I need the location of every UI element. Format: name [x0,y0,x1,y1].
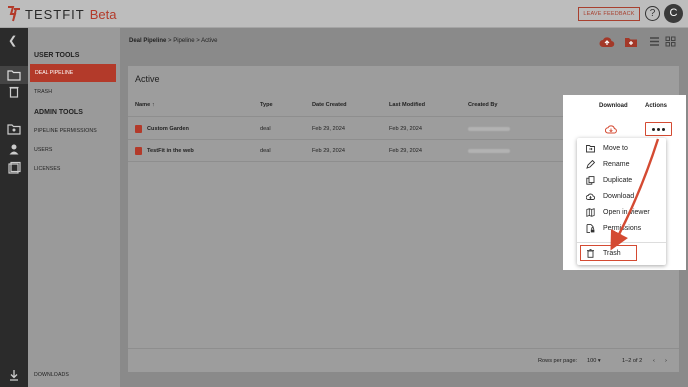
licenses-icon[interactable] [7,161,21,175]
deal-file-icon [135,125,142,133]
chevron-down-icon: ▾ [597,358,601,364]
rows-per-page-label: Rows per page: [538,358,578,364]
menu-item-label: Move to [603,144,628,152]
row-last-modified: Feb 29, 2024 [389,148,422,154]
avatar[interactable]: C [664,4,683,23]
next-page-icon[interactable]: › [665,358,667,364]
row-created-by-redacted [468,127,510,131]
breadcrumb-separator: > [168,38,172,44]
column-header-download: Download [599,103,628,109]
copy-icon [586,175,595,185]
panel-title: Active [135,74,160,84]
menu-item-duplicate[interactable]: Duplicate [577,173,666,187]
column-header-created-by[interactable]: Created By [468,102,498,108]
sidebar-item-licenses[interactable]: LICENSES [34,166,60,172]
folder-icon[interactable] [7,68,21,82]
testfit-logo-icon [8,6,20,22]
menu-item-download[interactable]: Download [577,189,666,203]
user-icon[interactable] [7,142,21,156]
admin-tools-heading: ADMIN TOOLS [34,109,83,116]
column-header-name[interactable]: Name ↑ [135,102,155,108]
prev-page-icon[interactable]: ‹ [653,358,655,364]
row-name[interactable]: Custom Garden [147,126,189,132]
trash-highlight-box [580,245,637,261]
pagination-range: 1–2 of 2 [622,358,643,364]
user-tools-heading: USER TOOLS [34,52,80,59]
rows-per-page-select[interactable]: 100 ▾ [587,358,601,364]
menu-divider [577,242,666,243]
deal-file-icon [135,147,142,155]
column-header-last-modified[interactable]: Last Modified [389,102,425,108]
list-view-icon[interactable] [649,36,660,47]
sidebar: USER TOOLS DEAL PIPELINE TRASH ADMIN TOO… [28,28,120,387]
column-header-date-created[interactable]: Date Created [312,102,347,108]
divider [128,348,679,349]
upload-cloud-icon[interactable] [599,36,615,48]
menu-item-label: Permissions [603,224,642,232]
menu-item-label: Open in viewer [603,208,650,216]
row-created-by-redacted [468,149,510,153]
pencil-icon [586,159,595,169]
map-icon [586,207,595,217]
sidebar-item-label: DEAL PIPELINE [35,70,74,76]
row-name[interactable]: TestFit in the web [147,148,194,154]
sidebar-item-downloads[interactable]: DOWNLOADS [34,372,69,378]
app-name: TESTFIT [25,6,85,22]
sort-arrow-icon[interactable]: ↑ [152,102,155,108]
icon-rail: ❮ [0,28,28,387]
menu-item-label: Rename [603,160,630,168]
breadcrumb-current: Active [201,38,218,44]
grid-view-icon[interactable] [665,36,676,47]
leave-feedback-button[interactable]: LEAVE FEEDBACK [578,7,640,21]
menu-item-rename[interactable]: Rename [577,157,666,171]
menu-item-label: Download [603,192,635,200]
new-folder-icon[interactable] [624,36,638,48]
help-icon[interactable]: ? [645,6,660,21]
app-logo[interactable]: TESTFIT Beta [6,5,116,23]
menu-item-open-in-viewer[interactable]: Open in viewer [577,205,666,219]
row-last-modified: Feb 29, 2024 [389,126,422,132]
trash-icon[interactable] [7,85,21,99]
dot [657,127,660,131]
column-header-type[interactable]: Type [260,102,273,108]
move-folder-icon [586,144,595,152]
dot [652,127,655,131]
lock-file-icon [586,223,595,233]
menu-item-label: Duplicate [603,176,633,184]
cloud-download-icon[interactable] [605,124,617,134]
collapse-chevron-icon[interactable]: ❮ [8,34,17,47]
download-icon[interactable] [7,368,21,382]
menu-item-move-to[interactable]: Move to [577,141,666,155]
sidebar-item-trash[interactable]: TRASH [34,89,52,95]
column-header-actions: Actions [645,103,668,109]
actions-menu: Move to Rename Duplicate Download Open i… [577,138,666,265]
cloud-download-icon [586,193,595,200]
row-date-created: Feb 29, 2024 [312,126,345,132]
breadcrumb-separator: > [196,38,200,44]
menu-item-permissions[interactable]: Permissions [577,221,666,235]
row-type: deal [260,126,271,132]
sidebar-item-pipeline-permissions[interactable]: PIPELINE PERMISSIONS [34,128,97,134]
breadcrumb-pipeline[interactable]: Pipeline [173,38,194,44]
breadcrumb-root[interactable]: Deal Pipeline [129,38,166,44]
dot [662,127,665,131]
top-bar: TESTFIT Beta LEAVE FEEDBACK ? C [0,0,688,28]
more-actions-button[interactable] [645,122,672,136]
folder-permissions-icon[interactable] [7,122,21,136]
beta-label: Beta [89,6,117,22]
breadcrumb: Deal Pipeline > Pipeline > Active [129,38,217,44]
row-type: deal [260,148,271,154]
sidebar-item-deal-pipeline[interactable]: DEAL PIPELINE [30,64,116,82]
sidebar-item-users[interactable]: USERS [34,147,52,153]
row-date-created: Feb 29, 2024 [312,148,345,154]
